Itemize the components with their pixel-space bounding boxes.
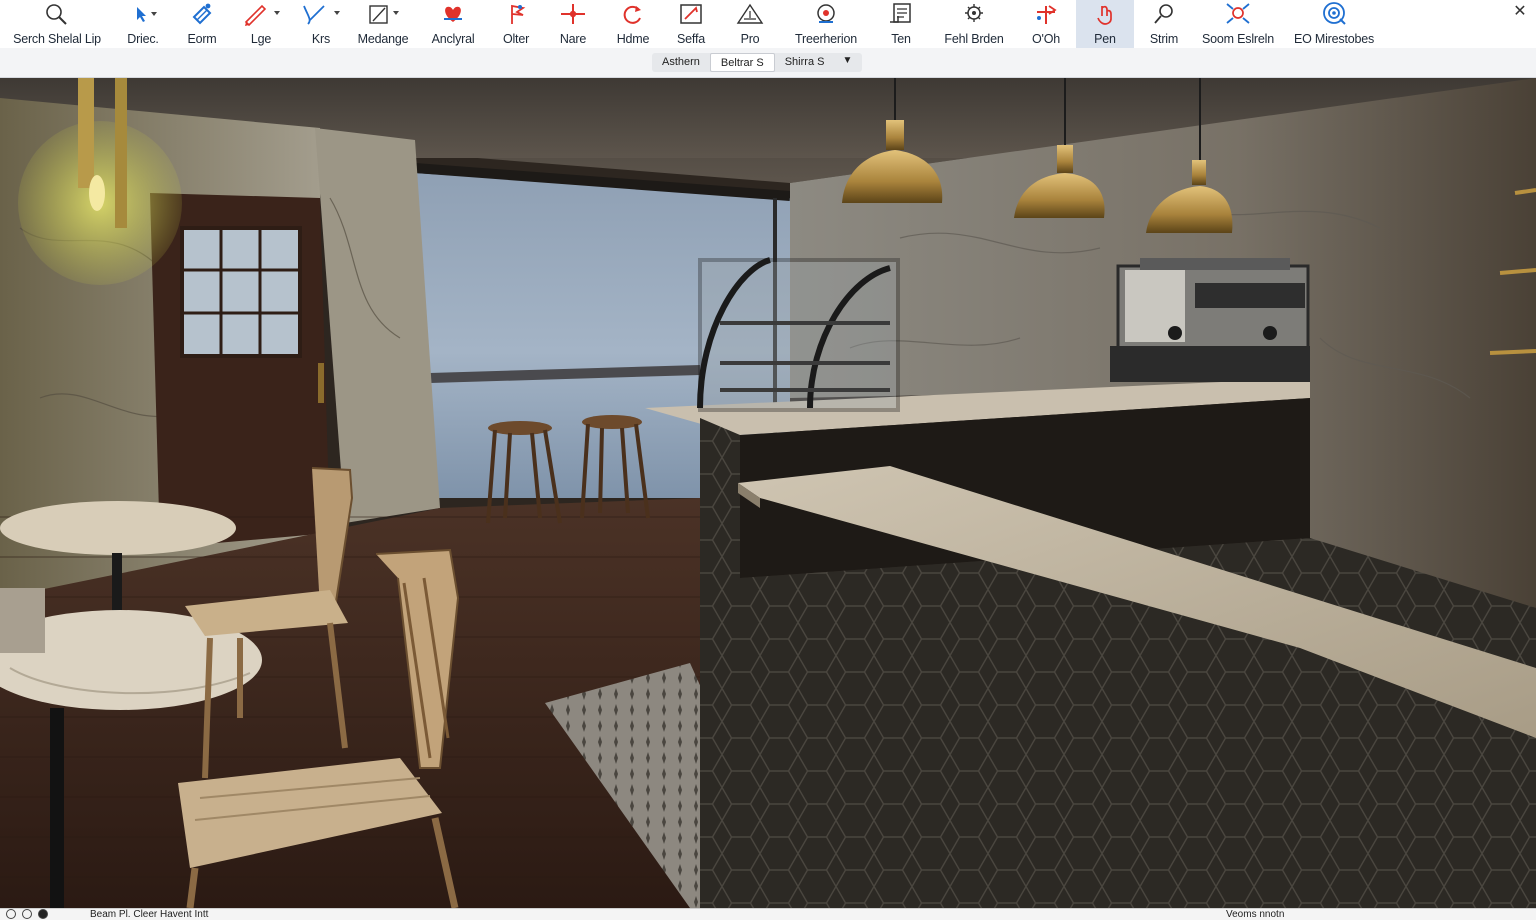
tool-treerherion[interactable]: Treerherion [786, 0, 866, 48]
lens-icon [1149, 0, 1179, 28]
eraser-icon [188, 0, 216, 28]
cursor-icon [125, 0, 161, 28]
status-bar: Beam Pl. Cleer Havent Intt Veoms nnotn [0, 908, 1536, 920]
tool-label: Nare [559, 32, 587, 46]
status-circle-icon[interactable] [22, 909, 32, 919]
view-mode-bar: Asthern Beltrar S Shirra S ▼ [0, 48, 1536, 78]
espresso-machine [1110, 258, 1310, 382]
tool-direct[interactable]: Driec. [118, 0, 168, 48]
view-mode-beltrar[interactable]: Beltrar S [709, 53, 775, 72]
status-record-icon[interactable] [38, 909, 48, 919]
magnifier-icon [44, 0, 70, 28]
tool-label: EO Mirestobes [1293, 32, 1375, 46]
status-circle-icon[interactable] [6, 909, 16, 919]
ribbon-toolbar: Serch Shelal Lip Driec. Eorm Lge Krs Med… [0, 0, 1536, 48]
status-text: Beam Pl. Cleer Havent Intt [90, 909, 209, 920]
target-icon [811, 0, 841, 28]
cafe-render [0, 78, 1536, 908]
view-mode-asthern[interactable]: Asthern [652, 53, 710, 72]
gear-cluster-icon [959, 0, 989, 28]
tool-strim[interactable]: Strim [1142, 0, 1186, 48]
heart-pin-icon [438, 0, 468, 28]
pin-flag-icon [501, 0, 531, 28]
pastry-display [697, 257, 900, 412]
tool-label: Olter [502, 32, 530, 46]
tool-label: Anclyral [431, 32, 475, 46]
tool-label: Medange [357, 32, 409, 46]
tool-pen[interactable]: Pen [1076, 0, 1134, 48]
tool-label: Fehl Brden [944, 32, 1004, 46]
tool-seffa[interactable]: Seffa [668, 0, 714, 48]
split-arrow-icon [1031, 0, 1061, 28]
tool-label: Hdme [616, 32, 650, 46]
tool-fehl-brden[interactable]: Fehl Brden [936, 0, 1012, 48]
close-icon[interactable]: ✕ [1510, 2, 1530, 22]
tool-soom-eslreln[interactable]: Soom Eslreln [1198, 0, 1278, 48]
tool-label: Soom Eslreln [1202, 32, 1274, 46]
render-viewport[interactable] [0, 78, 1536, 908]
square-pencil-icon [361, 0, 405, 28]
tool-medange[interactable]: Medange [352, 0, 414, 48]
pen-curve-icon [298, 0, 344, 28]
tool-nare[interactable]: Nare [550, 0, 596, 48]
view-mode-segmented: Asthern Beltrar S Shirra S ▼ [652, 53, 863, 72]
notepad-icon [886, 0, 916, 28]
tool-ten[interactable]: Ten [878, 0, 924, 48]
tool-eorm[interactable]: Eorm [180, 0, 224, 48]
tool-label: Driec. [127, 32, 159, 46]
tool-krs[interactable]: Krs [296, 0, 346, 48]
frame-icon [676, 0, 706, 28]
tool-label: Eorm [187, 32, 217, 46]
tool-hdme[interactable]: Hdme [608, 0, 658, 48]
triangle-icon [735, 0, 765, 28]
hand-icon [1090, 0, 1120, 28]
tool-olter[interactable]: Olter [494, 0, 538, 48]
tool-pro[interactable]: Pro [728, 0, 772, 48]
pencil-icon [238, 0, 284, 28]
tool-lge[interactable]: Lge [236, 0, 286, 48]
tool-anclyral[interactable]: Anclyral [424, 0, 482, 48]
view-mode-shirra[interactable]: Shirra S [775, 53, 835, 72]
rotate-icon [618, 0, 648, 28]
tool-label: Pro [740, 32, 760, 46]
tool-label: Seffa [677, 32, 705, 46]
tool-label: Lge [250, 32, 272, 46]
tool-label: Strim [1149, 32, 1179, 46]
crosshair-icon [557, 0, 589, 28]
tool-search[interactable]: Serch Shelal Lip [8, 0, 106, 48]
tool-label: Pen [1094, 32, 1116, 46]
tool-eo-mirestobes[interactable]: EO Mirestobes [1290, 0, 1378, 48]
tool-ooh[interactable]: O'Oh [1022, 0, 1070, 48]
tool-label: Krs [311, 32, 331, 46]
chevron-down-icon[interactable]: ▼ [834, 53, 862, 72]
expand-icon [1223, 0, 1253, 28]
tool-label: O'Oh [1032, 32, 1060, 46]
status-right-text: Veoms nnotn [1226, 909, 1285, 920]
tool-label: Serch Shelal Lip [13, 32, 101, 46]
globe-icon [1319, 0, 1349, 28]
tool-label: Treerherion [795, 32, 857, 46]
tool-label: Ten [891, 32, 911, 46]
